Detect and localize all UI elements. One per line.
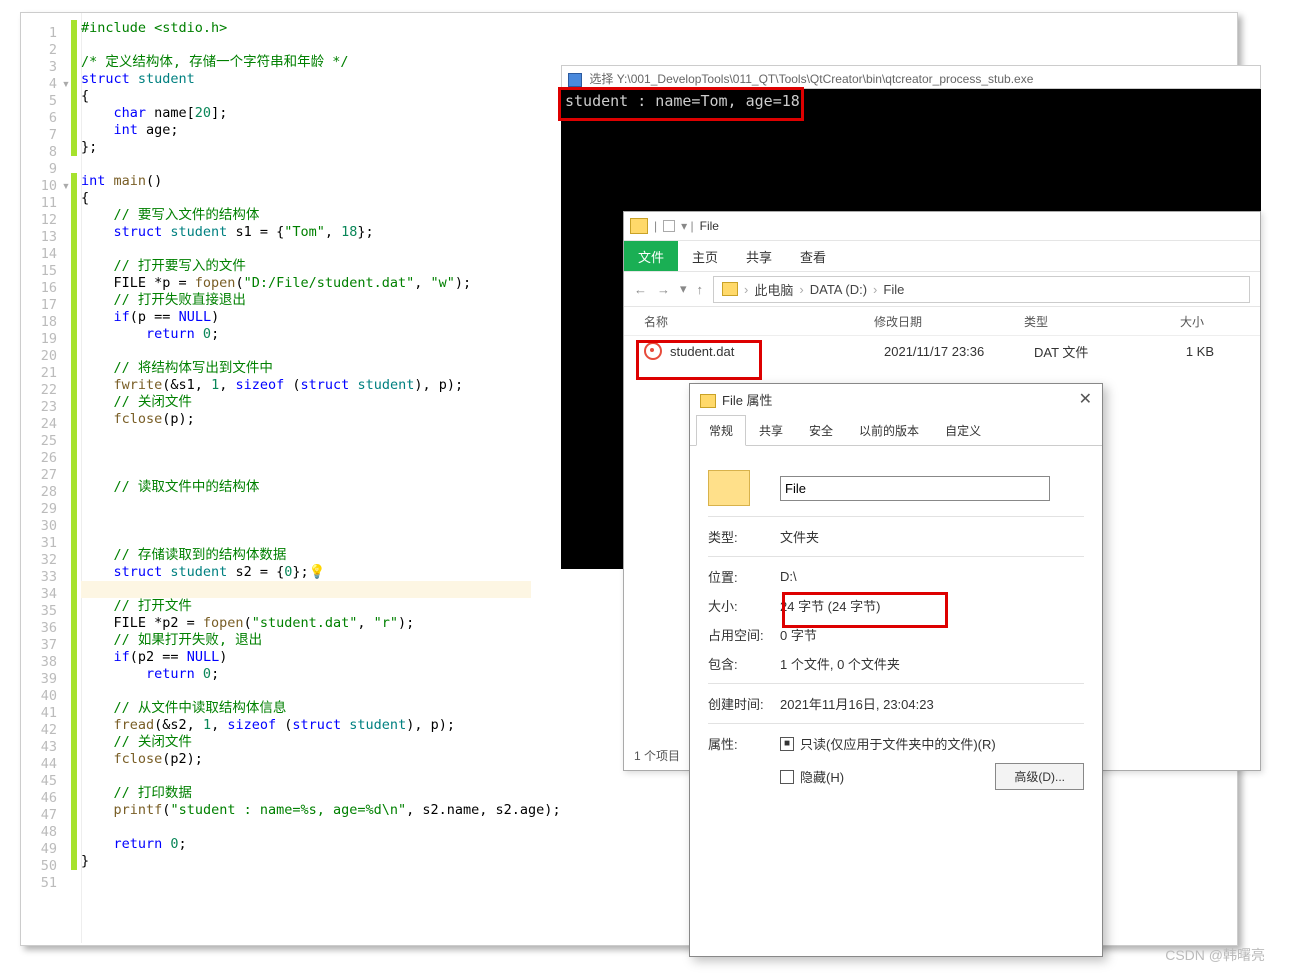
file-size: 1 KB — [1134, 344, 1214, 359]
folder-icon — [708, 470, 750, 506]
prop-disk-label: 占用空间: — [708, 625, 780, 644]
folder-icon — [700, 394, 716, 408]
explorer-column-headers[interactable]: 名称 修改日期 类型 大小 — [624, 307, 1260, 336]
prop-attr-label: 属性: — [708, 734, 780, 753]
prop-created-label: 创建时间: — [708, 694, 780, 713]
explorer-address-bar[interactable]: ← → ▾ ↑ › 此电脑 › DATA (D:) › File — [624, 272, 1260, 307]
ptab-share[interactable]: 共享 — [746, 415, 796, 446]
properties-tabs: 常规 共享 安全 以前的版本 自定义 — [690, 414, 1102, 446]
prop-loc-value: D:\ — [780, 569, 1084, 584]
tab-file[interactable]: 文件 — [624, 241, 678, 271]
file-type: DAT 文件 — [1034, 342, 1134, 361]
tab-view[interactable]: 查看 — [786, 241, 840, 271]
explorer-title: File — [700, 219, 719, 233]
breadcrumb[interactable]: File — [883, 282, 904, 297]
nav-back-icon[interactable]: ← — [634, 282, 647, 297]
col-type[interactable]: 类型 — [1024, 313, 1124, 330]
col-name[interactable]: 名称 — [644, 313, 874, 330]
console-titlebar: 选择 Y:\001_DevelopTools\011_QT\Tools\QtCr… — [561, 65, 1261, 89]
hidden-checkbox[interactable]: 隐藏(H) — [780, 767, 844, 786]
qat-divider — [663, 220, 675, 232]
ptab-prev[interactable]: 以前的版本 — [846, 415, 932, 446]
console-title-path: Y:\001_DevelopTools\011_QT\Tools\QtCreat… — [617, 72, 1034, 86]
col-size[interactable]: 大小 — [1124, 313, 1204, 330]
file-row[interactable]: student.dat 2021/11/17 23:36 DAT 文件 1 KB — [624, 336, 1260, 366]
filename-input[interactable] — [780, 476, 1050, 501]
breadcrumb[interactable]: DATA (D:) — [810, 282, 867, 297]
prop-loc-label: 位置: — [708, 567, 780, 586]
explorer-titlebar[interactable]: | ▾ | File — [624, 212, 1260, 241]
nav-forward-icon[interactable]: → — [657, 282, 670, 297]
advanced-button[interactable]: 高级(D)... — [995, 763, 1084, 790]
explorer-ribbon-tabs: 文件 主页 共享 查看 — [624, 241, 1260, 272]
nav-up-icon[interactable]: ↑ — [697, 282, 704, 297]
prop-size-value: 24 字节 (24 字节) — [780, 596, 1084, 615]
console-title-prefix: 选择 — [589, 72, 613, 86]
tab-home[interactable]: 主页 — [678, 241, 732, 271]
watermark: CSDN @韩曙亮 — [1165, 945, 1265, 965]
code-editor[interactable]: 1234▾5678910▾111213141516171819202122232… — [21, 13, 561, 943]
close-icon[interactable]: ✕ — [1079, 389, 1092, 409]
dat-file-icon — [644, 342, 662, 360]
col-date[interactable]: 修改日期 — [874, 313, 1024, 330]
prop-created-value: 2021年11月16日, 23:04:23 — [780, 694, 1084, 713]
prop-contain-label: 包含: — [708, 654, 780, 673]
properties-dialog[interactable]: File 属性 ✕ 常规 共享 安全 以前的版本 自定义 类型:文件夹 位置:D… — [689, 383, 1103, 957]
readonly-label: 只读(仅应用于文件夹中的文件)(R) — [800, 734, 996, 753]
hidden-label: 隐藏(H) — [800, 767, 844, 786]
ptab-general[interactable]: 常规 — [696, 415, 746, 446]
explorer-status: 1 个项目 — [634, 747, 680, 764]
ptab-security[interactable]: 安全 — [796, 415, 846, 446]
folder-icon — [722, 282, 738, 296]
folder-icon — [630, 218, 648, 234]
file-name: student.dat — [670, 344, 884, 359]
tab-share[interactable]: 共享 — [732, 241, 786, 271]
console-output: student : name=Tom, age=18 — [561, 89, 1261, 113]
prop-disk-value: 0 字节 — [780, 625, 1084, 644]
cmd-icon — [568, 73, 582, 87]
prop-contain-value: 1 个文件, 0 个文件夹 — [780, 654, 1084, 673]
prop-type-value: 文件夹 — [780, 527, 1084, 546]
prop-type-label: 类型: — [708, 527, 780, 546]
readonly-checkbox[interactable]: ■只读(仅应用于文件夹中的文件)(R) — [780, 734, 996, 753]
file-date: 2021/11/17 23:36 — [884, 344, 1034, 359]
dialog-title: File 属性 — [722, 393, 773, 408]
dialog-titlebar[interactable]: File 属性 ✕ — [690, 384, 1102, 414]
ptab-custom[interactable]: 自定义 — [932, 415, 994, 446]
prop-size-label: 大小: — [708, 596, 780, 615]
breadcrumb[interactable]: 此电脑 — [754, 280, 793, 299]
